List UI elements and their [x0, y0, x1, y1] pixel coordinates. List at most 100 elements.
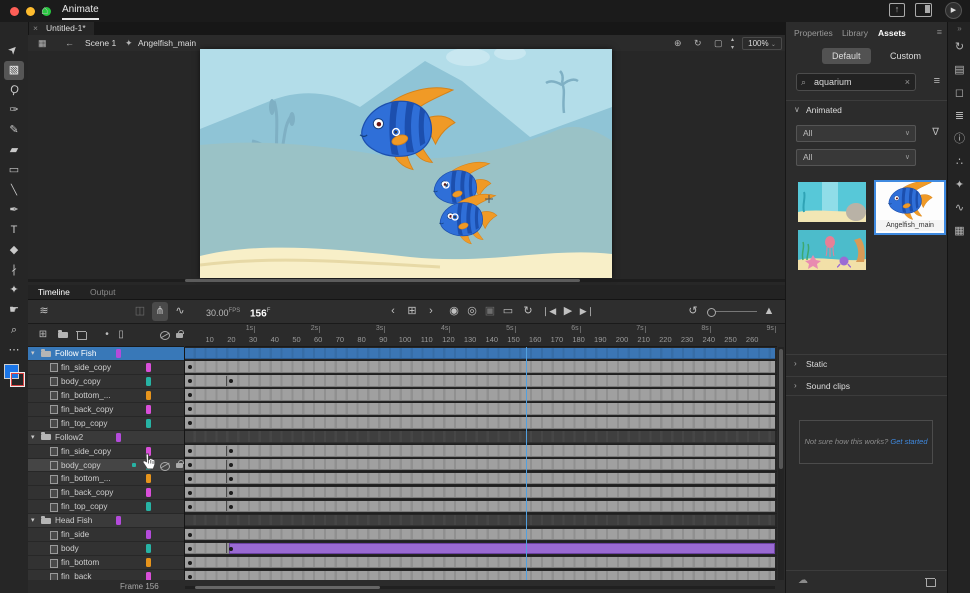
layer-row-fin-back[interactable]: fin_back	[28, 570, 184, 580]
frame-row-fin-top-copy[interactable]	[185, 500, 777, 515]
hand-tool[interactable]: ☛	[4, 301, 24, 320]
section-static[interactable]: › Static	[786, 354, 948, 373]
frame-row-fin-back[interactable]	[185, 570, 777, 580]
layer-row-fin-back-copy[interactable]: fin_back_copy	[28, 402, 184, 417]
layer-row-body[interactable]: body	[28, 542, 184, 557]
layer-row-fin-top-copy[interactable]: fin_top_copy	[28, 416, 184, 431]
stage-horizontal-scrollbar[interactable]	[28, 279, 785, 282]
frame-row-body[interactable]	[185, 542, 777, 557]
zoom-level-dropdown[interactable]: 100% ⌄	[742, 37, 782, 50]
subselection-tool[interactable]: ▧	[4, 61, 24, 80]
transform-panel-icon[interactable]: ◻	[948, 82, 970, 105]
layer-row-fin-top-copy[interactable]: fin_top_copy	[28, 500, 184, 515]
frame-row-fin-back-copy[interactable]	[185, 403, 777, 417]
parenting-chip[interactable]	[116, 516, 121, 526]
outline-layers-icon[interactable]: ▯	[116, 324, 126, 346]
breadcrumb-scene[interactable]: Scene 1	[85, 35, 116, 51]
tab-library[interactable]: Library	[842, 25, 868, 41]
reset-timeline-zoom-icon[interactable]: ↺	[685, 300, 701, 323]
tab-timeline[interactable]: Timeline	[38, 285, 70, 299]
timeline-horizontal-scrollbar[interactable]	[185, 586, 775, 589]
parenting-chip[interactable]	[146, 502, 151, 512]
tab-assets[interactable]: Assets	[878, 25, 906, 41]
upload-asset-icon[interactable]: ☁	[798, 575, 808, 586]
section-animated[interactable]: ∨ Animated	[786, 100, 948, 119]
asset-warp-panel-icon[interactable]: ✦	[948, 174, 970, 197]
layer-row-fin-side-copy[interactable]: fin_side_copy	[28, 444, 184, 459]
parenting-chip[interactable]	[146, 530, 151, 540]
parenting-chip[interactable]	[146, 376, 151, 386]
stage-canvas[interactable]	[200, 49, 612, 278]
keyframe-dot[interactable]	[188, 560, 193, 565]
frame-row-fin-side[interactable]	[185, 528, 777, 543]
keyframe-dot[interactable]	[188, 574, 193, 579]
filter-dropdown-2[interactable]: All ∨	[796, 149, 916, 166]
step-forward-icon[interactable]: ▶❘	[578, 300, 596, 323]
test-movie-button[interactable]: ▶	[945, 2, 962, 19]
step-back-icon[interactable]: ❘◀	[540, 300, 558, 323]
layer-row-follow-fish[interactable]: ▾ Follow Fish	[28, 347, 184, 361]
layer-row-follow2[interactable]: ▾ Follow2	[28, 430, 184, 445]
layer-parenting-icon[interactable]: ⋔	[152, 302, 168, 321]
back-arrow-icon[interactable]: ←	[65, 35, 74, 51]
selection-tool[interactable]: ➤	[4, 41, 24, 60]
lock-layer-icon[interactable]	[176, 459, 184, 468]
filter-dropdown-1[interactable]: All ∨	[796, 125, 916, 142]
minimize-window-button[interactable]	[26, 7, 35, 16]
share-icon[interactable]: ↑	[889, 3, 905, 17]
layer-row-fin-back-copy[interactable]: fin_back_copy	[28, 486, 184, 501]
tab-output[interactable]: Output	[90, 285, 116, 299]
parenting-chip[interactable]	[146, 418, 151, 428]
dock-collapse-icon[interactable]: »	[948, 22, 970, 36]
zoom-stepper[interactable]: ▴ ▾	[731, 36, 734, 52]
asset-thumb-underwater-scene[interactable]	[798, 230, 866, 270]
frame-row-body-copy[interactable]	[185, 375, 777, 389]
new-folder-icon[interactable]	[56, 324, 70, 346]
align-panel-icon[interactable]: ≣	[948, 105, 970, 128]
previous-keyframe-icon[interactable]: ‹	[386, 300, 400, 323]
frame-row-fin-bottom[interactable]	[185, 389, 777, 403]
frame-ruler[interactable]: 1s 2s 3s 4s 5s 6s 7s 8s 9s 10 20 30 40 50 60 70 80 90 100 1…	[185, 324, 777, 347]
line-tool[interactable]: ╲	[4, 181, 24, 200]
layer-row-body-copy[interactable]: body_copy	[28, 374, 184, 389]
history-panel-icon[interactable]: ∿	[948, 197, 970, 220]
show-hide-all-icon[interactable]	[158, 324, 170, 346]
play-icon[interactable]: ▶	[560, 300, 576, 323]
fluid-brush-tool[interactable]: ✑	[4, 101, 24, 120]
new-layer-icon[interactable]: ⊞	[36, 324, 50, 346]
lasso-tool[interactable]: Ϙ	[4, 81, 24, 100]
frame-row-head-fish[interactable]	[185, 514, 777, 529]
frame-row-body-copy[interactable]	[185, 459, 777, 473]
rectangle-tool[interactable]: ▭	[4, 161, 24, 180]
delete-layer-icon[interactable]	[74, 324, 88, 346]
workspace-icon[interactable]	[915, 3, 932, 17]
custom-mode-button[interactable]: Custom	[880, 48, 931, 64]
center-stage-icon[interactable]: ⊕	[674, 35, 682, 51]
frame-row-fin-top-copy[interactable]	[185, 417, 777, 431]
more-tools-tool[interactable]: ⋯	[4, 341, 24, 360]
parenting-chip[interactable]	[146, 488, 151, 498]
parenting-chip[interactable]	[146, 362, 151, 372]
frame-picker-panel-icon[interactable]: ▤	[948, 59, 970, 82]
home-icon[interactable]: ⌂	[41, 3, 48, 17]
asset-thumb-angelfish[interactable]: Angelfish_main	[874, 180, 946, 235]
asset-warp-tool[interactable]: ✦	[4, 281, 24, 300]
next-keyframe-icon[interactable]: ›	[424, 300, 438, 323]
pasteboard[interactable]	[28, 49, 785, 285]
frame-row-fin-bottom[interactable]	[185, 472, 777, 487]
onion-skin-icon[interactable]: ◉	[446, 300, 462, 323]
frame-row-fin-side-copy[interactable]	[185, 361, 777, 375]
pen-tool[interactable]: ✒	[4, 201, 24, 220]
cc-libraries-panel-icon[interactable]: ↻	[948, 36, 970, 59]
loop-icon[interactable]: ↻	[520, 300, 536, 323]
span-based-selection-icon[interactable]: ▭	[500, 300, 516, 323]
frame-row-follow-fish[interactable]	[185, 347, 777, 361]
keyframe-dot[interactable]	[188, 532, 193, 537]
clear-search-icon[interactable]: ×	[905, 74, 910, 90]
folder-caret-icon[interactable]: ▾	[31, 514, 35, 527]
layer-depth-icon[interactable]: ∿	[172, 300, 188, 323]
info-panel-icon[interactable]: ⓘ	[948, 128, 970, 151]
playhead[interactable]	[525, 347, 528, 580]
components-panel-icon[interactable]: ▦	[948, 220, 970, 243]
layer-row-head-fish[interactable]: ▾ Head Fish	[28, 514, 184, 529]
